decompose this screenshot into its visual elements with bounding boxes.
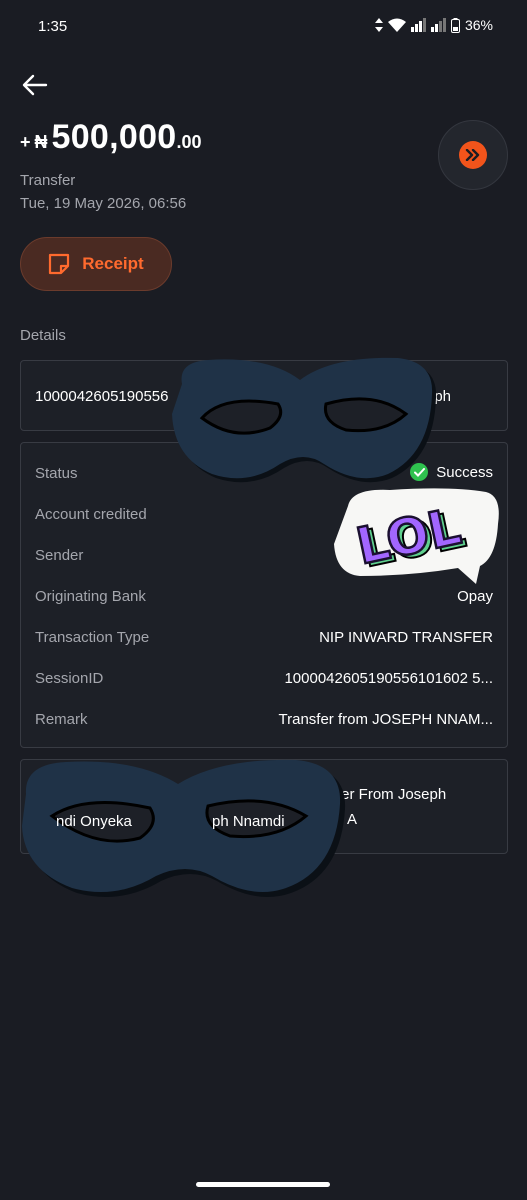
battery-percent: 36%	[464, 17, 493, 33]
transaction-type-value: NIP INWARD TRANSFER	[319, 629, 493, 646]
signal-icon-2	[430, 18, 446, 32]
row-label-sender: Sender	[35, 547, 84, 564]
session-id-value: 1000042605190556101602 5...	[284, 670, 493, 687]
battery-icon	[450, 17, 460, 33]
lol-sticker: LOL LOL	[334, 488, 499, 584]
back-arrow-icon[interactable]	[20, 70, 50, 100]
row-label-session-id: SessionID	[35, 670, 104, 687]
receipt-label: Receipt	[82, 254, 144, 273]
signal-icon	[410, 18, 426, 32]
wifi-icon	[387, 18, 406, 32]
row-label-transaction-type: Transaction Type	[35, 629, 150, 646]
double-chevron-right-icon	[459, 141, 487, 169]
transaction-date: Tue, 19 May 2026, 06:56	[20, 195, 187, 212]
row-label-status: Status	[35, 465, 78, 482]
receipt-icon	[49, 253, 70, 275]
remark-value: Transfer from JOSEPH NNAM...	[278, 711, 493, 728]
status-text: Success	[436, 463, 493, 481]
forward-button[interactable]	[438, 120, 508, 190]
status-icons: 36%	[374, 17, 493, 33]
mask-name-fragment-2: ph Nnamdi	[212, 813, 285, 830]
details-heading: Details	[20, 327, 66, 344]
transaction-type: Transfer	[20, 172, 76, 189]
row-label-remark: Remark	[35, 711, 88, 728]
amount-main: 500,000	[51, 118, 177, 156]
reference-number: 1000042605190556	[35, 388, 169, 405]
mask-name-fragment-1: ndi Onyeka	[56, 813, 133, 830]
home-indicator[interactable]	[196, 1182, 330, 1187]
narration-fragment: fer From Joseph	[337, 786, 447, 803]
amount-decimals: .00	[176, 132, 202, 152]
row-label-account-credited: Account credited	[35, 506, 147, 523]
receipt-button[interactable]: Receipt	[20, 237, 172, 291]
amount-sign: +	[20, 132, 31, 152]
status-time: 1:35	[38, 18, 68, 35]
row-label-originating-bank: Originating Bank	[35, 588, 146, 605]
currency-symbol: ₦	[34, 132, 48, 152]
mask-sticker-2-icon: ndi Onyeka ph Nnamdi	[22, 759, 346, 897]
amount: + ₦ 500,000 .00	[20, 118, 202, 157]
data-arrows-icon	[374, 18, 383, 32]
mask-sticker-icon	[172, 357, 437, 483]
